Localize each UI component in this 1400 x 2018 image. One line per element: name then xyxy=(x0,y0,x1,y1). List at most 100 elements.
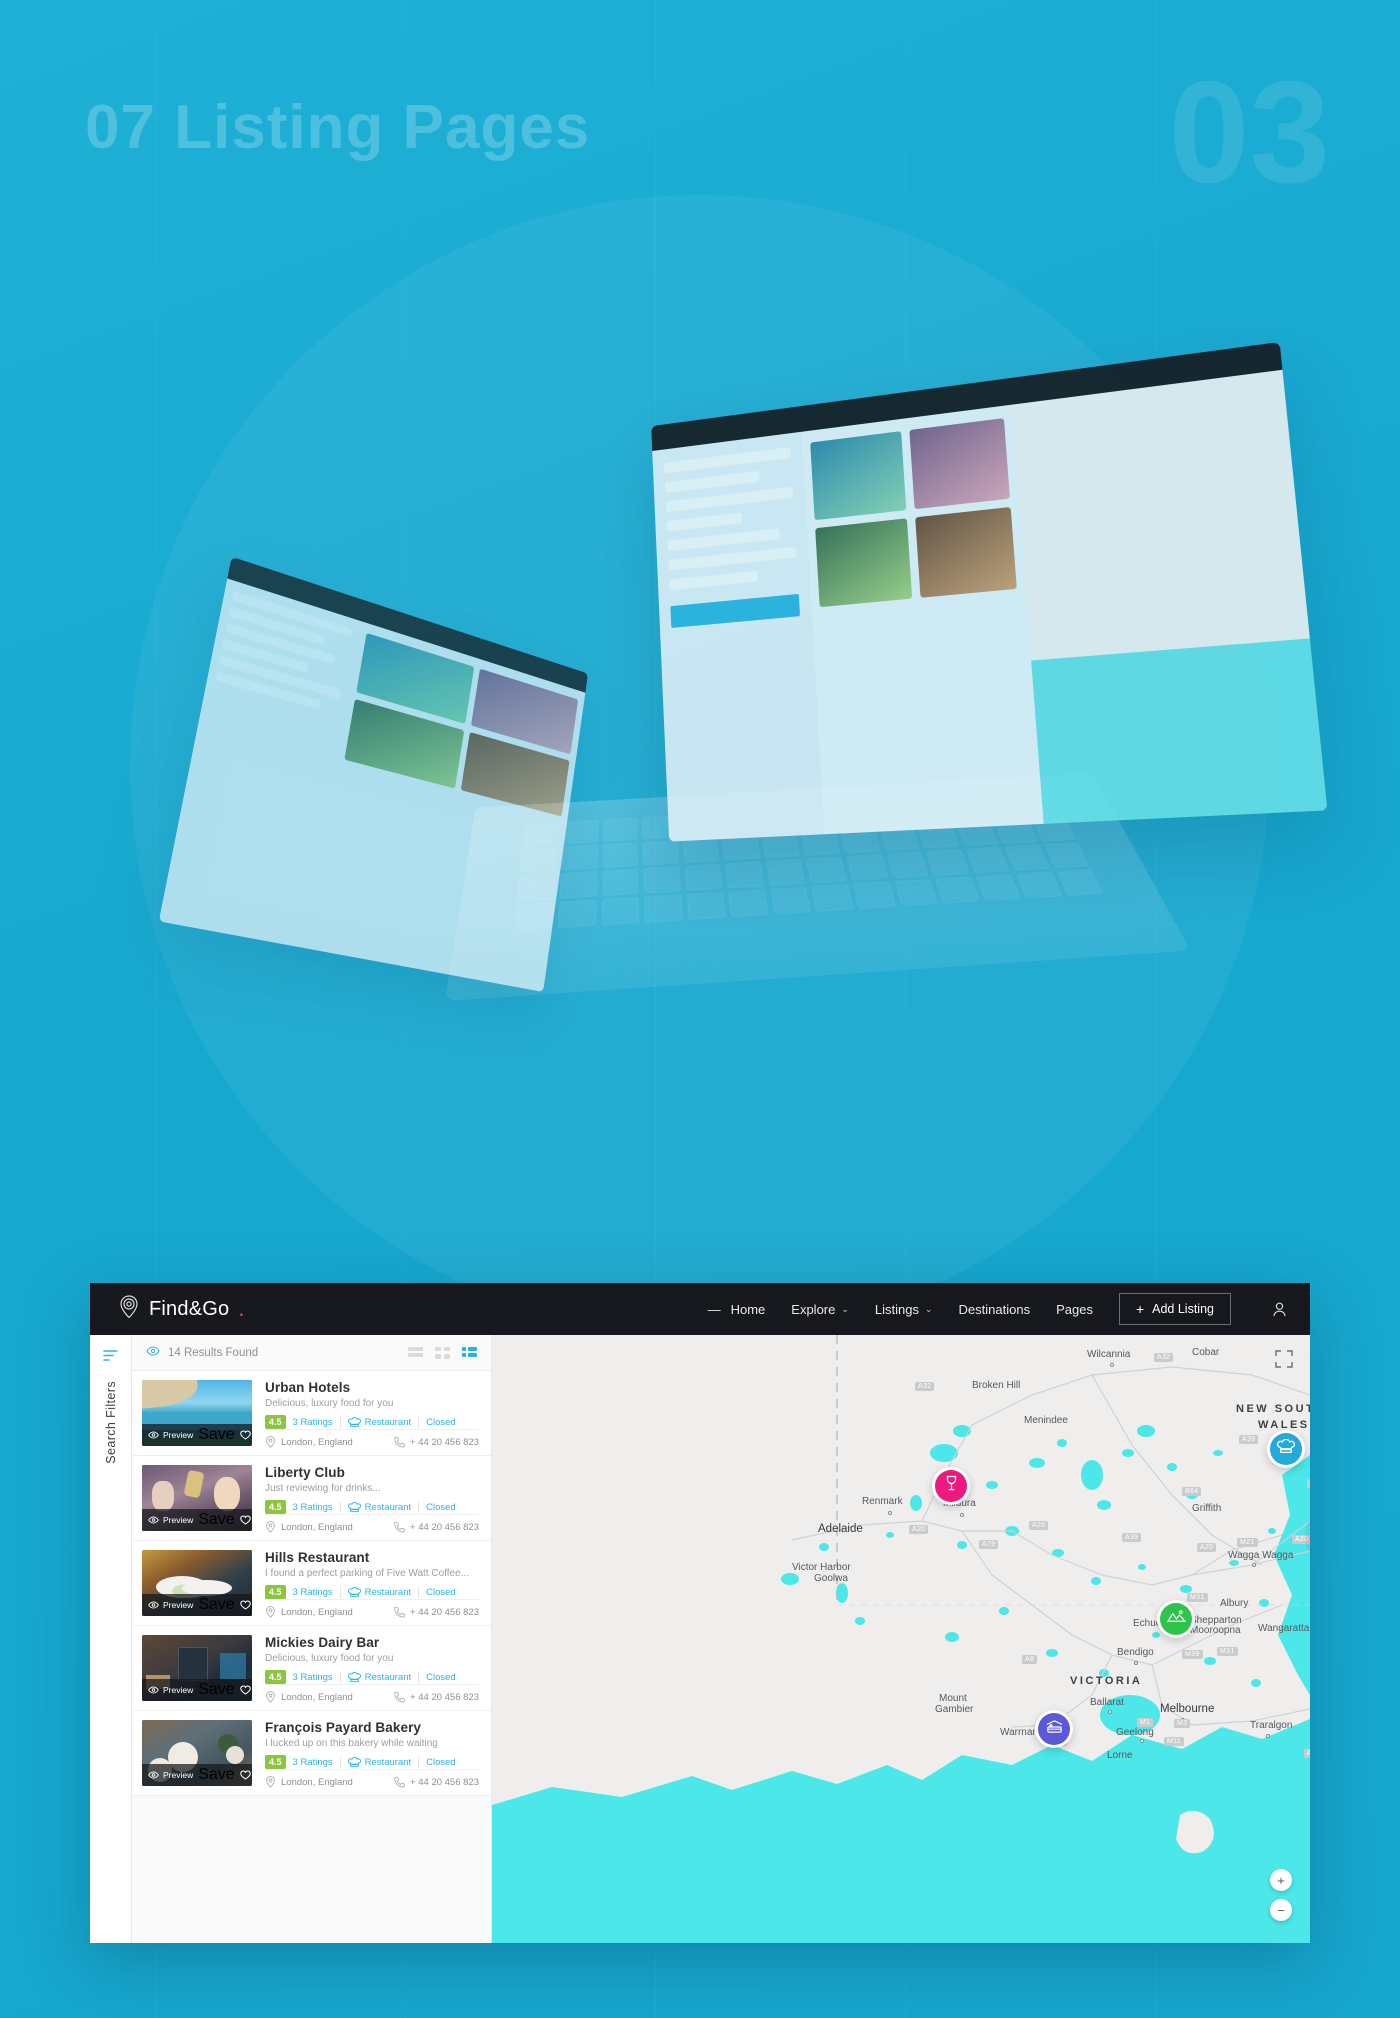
listing-category[interactable]: Restaurant xyxy=(347,1671,412,1683)
bed-icon xyxy=(1045,1719,1064,1740)
preview-button[interactable]: Preview xyxy=(148,1685,193,1695)
save-button[interactable]: Save xyxy=(198,1426,251,1444)
listing-phone[interactable]: + 44 20 456 823 xyxy=(393,1436,479,1448)
listing-phone[interactable]: + 44 20 456 823 xyxy=(393,1691,479,1703)
status-badge: Closed xyxy=(426,1501,456,1513)
listing-thumbnail[interactable]: Preview Save xyxy=(142,1720,252,1786)
meta-divider xyxy=(339,1416,341,1428)
listing-location: London, England xyxy=(265,1521,353,1533)
nav-item-destinations[interactable]: Destinations xyxy=(959,1302,1031,1317)
listing-card[interactable]: Preview Save Liberty Club Just reviewing… xyxy=(132,1456,491,1541)
listing-card[interactable]: Preview Save Mickies Dairy Bar Delicious… xyxy=(132,1626,491,1711)
listing-card[interactable]: Preview Save Hills Restaurant I found a … xyxy=(132,1541,491,1626)
route-shield: A39 xyxy=(1239,1435,1259,1444)
thumbnail-actions: Preview Save xyxy=(142,1424,252,1446)
preview-button[interactable]: Preview xyxy=(148,1770,193,1780)
nav-item-pages[interactable]: Pages xyxy=(1056,1302,1093,1317)
phone-label: + 44 20 456 823 xyxy=(410,1521,479,1533)
listing-thumbnail[interactable]: Preview Save xyxy=(142,1380,252,1446)
ratings-link[interactable]: 3 Ratings xyxy=(293,1417,333,1428)
plus-icon: + xyxy=(1135,1301,1145,1317)
compass-pin-icon xyxy=(118,1294,140,1324)
user-account-icon[interactable] xyxy=(1271,1301,1288,1318)
listing-thumbnail[interactable]: Preview Save xyxy=(142,1635,252,1701)
nav-item-label: Home xyxy=(730,1301,766,1317)
zoom-in-button[interactable]: + xyxy=(1270,1869,1292,1891)
mountain-icon xyxy=(1166,1609,1186,1629)
route-shield: A20 xyxy=(1197,1543,1217,1552)
rating-badge: 4.5 xyxy=(265,1415,286,1429)
map-city-label: Broken Hill xyxy=(972,1380,1021,1391)
meta-divider xyxy=(418,1416,420,1428)
save-button[interactable]: Save xyxy=(198,1511,251,1529)
results-count: 14 Results Found xyxy=(146,1346,258,1359)
listing-footer: London, England + 44 20 456 823 xyxy=(265,1599,479,1618)
wine-marker[interactable] xyxy=(932,1467,970,1505)
listing-category[interactable]: Restaurant xyxy=(347,1417,411,1428)
ratings-link[interactable]: 3 Ratings xyxy=(293,1587,333,1598)
save-label: Save xyxy=(198,1766,235,1783)
outdoor-marker[interactable] xyxy=(1157,1600,1195,1638)
listing-category[interactable]: Restaurant xyxy=(347,1587,411,1598)
listing-meta: 4.5 3 Ratings Restaurant Closed xyxy=(265,1670,479,1684)
listing-meta: 4.5 3 Ratings Restaurant Closed xyxy=(265,1585,479,1599)
listing-phone[interactable]: + 44 20 456 823 xyxy=(393,1606,479,1618)
map-city-label: Wilcannia xyxy=(1087,1349,1131,1360)
save-button[interactable]: Save xyxy=(198,1681,251,1699)
thumbnail-actions: Preview Save xyxy=(142,1764,252,1786)
restaurant-marker[interactable] xyxy=(1267,1430,1305,1468)
ratings-link[interactable]: 3 Ratings xyxy=(293,1757,333,1768)
listing-title: Hills Restaurant xyxy=(265,1550,370,1565)
add-listing-button[interactable]: + Add Listing xyxy=(1118,1293,1231,1325)
listing-card[interactable]: Preview Save François Payard Bakery I lu… xyxy=(132,1711,491,1796)
listing-thumbnail[interactable]: Preview Save xyxy=(142,1550,252,1616)
listing-phone[interactable]: + 44 20 456 823 xyxy=(393,1521,479,1533)
preview-button[interactable]: Preview xyxy=(148,1515,193,1525)
listing-description: Delicious, luxury food for you xyxy=(265,1653,394,1664)
search-filters-label: Search Filters xyxy=(103,1381,118,1464)
save-button[interactable]: Save xyxy=(198,1596,251,1614)
fullscreen-icon[interactable] xyxy=(1274,1349,1294,1369)
listing-category[interactable]: Restaurant xyxy=(347,1502,411,1513)
listing-thumbnail[interactable]: Preview Save xyxy=(142,1465,252,1531)
nav-item-listings[interactable]: Listings ⌄ xyxy=(875,1302,933,1317)
nav-item-home[interactable]: Home xyxy=(731,1302,766,1317)
preview-button[interactable]: Preview xyxy=(148,1430,193,1440)
top-navbar: Find&Go . — Home Explore ⌄ Listings ⌄ De… xyxy=(90,1283,1310,1335)
listing-description: I lucked up on this bakery while waiting xyxy=(265,1738,438,1749)
list-thumb-view-toggle[interactable] xyxy=(462,1346,477,1359)
nav-item-explore[interactable]: Explore ⌄ xyxy=(791,1302,849,1317)
chef-hat-icon xyxy=(1276,1438,1296,1459)
grid-view-toggle[interactable] xyxy=(435,1346,450,1359)
category-label: Restaurant xyxy=(364,1671,412,1683)
route-shield: A32 xyxy=(1154,1353,1174,1362)
listing-category[interactable]: Restaurant xyxy=(347,1757,411,1768)
status-badge: Closed xyxy=(426,1671,456,1683)
meta-divider xyxy=(418,1671,420,1683)
hotel-marker[interactable] xyxy=(1035,1710,1073,1748)
filter-icon[interactable] xyxy=(103,1349,118,1367)
rating-badge: 4.5 xyxy=(265,1500,286,1514)
listing-card[interactable]: Preview Save Urban Hotels Delicious, lux… xyxy=(132,1371,491,1456)
search-filters-rail[interactable]: Search Filters xyxy=(90,1335,132,1943)
preview-button[interactable]: Preview xyxy=(148,1600,193,1610)
nav-menu: — Home Explore ⌄ Listings ⌄ Destinations… xyxy=(708,1293,1288,1325)
zoom-out-button[interactable]: − xyxy=(1270,1899,1292,1921)
results-list[interactable]: Preview Save Urban Hotels Delicious, lux… xyxy=(132,1371,491,1943)
route-shield: A41 xyxy=(1307,1479,1310,1488)
map-city-label: Adelaide xyxy=(818,1523,863,1535)
route-shield: A20 xyxy=(1029,1521,1049,1530)
brand-logo[interactable]: Find&Go . xyxy=(118,1294,244,1324)
listing-title: Urban Hotels xyxy=(265,1380,351,1395)
listing-phone[interactable]: + 44 20 456 823 xyxy=(393,1776,479,1788)
ratings-link[interactable]: 3 Ratings xyxy=(293,1502,333,1513)
map-panel[interactable]: NEW SOUTH WALES VICTORIA Wilcannia Cobar… xyxy=(492,1335,1310,1943)
ratings-link[interactable]: 3 Ratings xyxy=(293,1672,333,1683)
results-count-label: 14 Results Found xyxy=(168,1346,259,1359)
save-label: Save xyxy=(198,1511,235,1528)
save-button[interactable]: Save xyxy=(198,1766,251,1784)
list-view-toggle[interactable] xyxy=(408,1346,423,1359)
route-shield: M3 xyxy=(1174,1719,1191,1728)
map-city-label: Lorne xyxy=(1107,1750,1133,1761)
route-shield: B64 xyxy=(1182,1487,1202,1496)
